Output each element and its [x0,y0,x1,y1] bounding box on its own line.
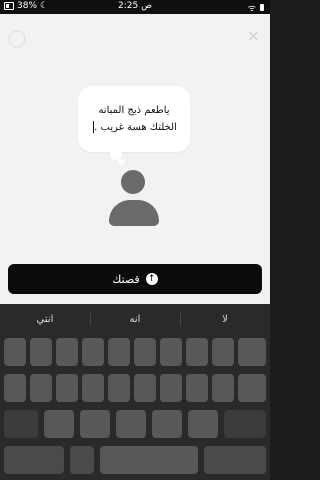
key[interactable] [108,338,130,366]
key[interactable] [82,374,104,402]
status-bar: 38% ☾ ص 2:25 ᯤ [0,0,270,14]
arrow-up-icon: ↑ [145,273,158,285]
key[interactable] [56,374,78,402]
send-story-button[interactable]: قصتك ↑ [8,264,262,294]
send-button-label: قصتك [112,272,140,286]
suggestion-divider [180,312,181,326]
bubble-line-2-text: الخلتك هسة غريب . [94,122,177,133]
key[interactable] [4,338,26,366]
key[interactable] [134,374,156,402]
key[interactable] [160,374,182,402]
key[interactable] [238,374,266,402]
clock: ص [141,1,152,11]
keyboard: انتي انه لا [0,304,270,480]
key[interactable] [188,410,218,438]
key-row-1 [0,338,270,366]
key[interactable] [212,338,234,366]
globe-key[interactable] [70,446,94,474]
key[interactable] [116,410,146,438]
avatar [107,164,161,238]
close-icon[interactable]: × [247,28,260,44]
key[interactable] [238,338,266,366]
suggestion-divider [90,312,91,326]
key[interactable] [108,374,130,402]
return-key[interactable] [204,446,266,474]
avatar-body [109,200,159,226]
clock-time: 2:25 [118,1,139,11]
story-reply-panel: × ياطعم ذيج المبانه الخلتك هسة غريب . [0,14,270,304]
key-row-3 [0,410,270,438]
key[interactable] [212,374,234,402]
suggestion-3[interactable]: لا [180,314,270,325]
key[interactable] [80,410,110,438]
suggestion-1[interactable]: انتي [0,314,90,325]
camera-ring-icon[interactable] [8,30,26,48]
key-row-4 [0,446,270,474]
key[interactable] [4,374,26,402]
key[interactable] [56,338,78,366]
numbers-key[interactable] [4,446,64,474]
key[interactable] [186,338,208,366]
wifi-icon: ᯤ [247,4,256,14]
space-key[interactable] [100,446,198,474]
bubble-line-1: ياطعم ذيج المبانه [98,105,170,116]
bubble-line-2: الخلتك هسة غريب . [91,119,177,136]
key[interactable] [44,410,74,438]
key-row-2 [0,374,270,402]
signal-icon [260,4,264,11]
key[interactable] [160,338,182,366]
suggestion-2[interactable]: انه [90,314,180,325]
backspace-key[interactable] [224,410,266,438]
key[interactable] [152,410,182,438]
text-bubble[interactable]: ياطعم ذيج المبانه الخلتك هسة غريب . [78,86,190,152]
key[interactable] [186,374,208,402]
shift-key[interactable] [4,410,38,438]
key[interactable] [30,338,52,366]
key[interactable] [30,374,52,402]
suggestion-bar: انتي انه لا [0,304,270,334]
key[interactable] [134,338,156,366]
avatar-head [121,170,145,194]
key[interactable] [82,338,104,366]
